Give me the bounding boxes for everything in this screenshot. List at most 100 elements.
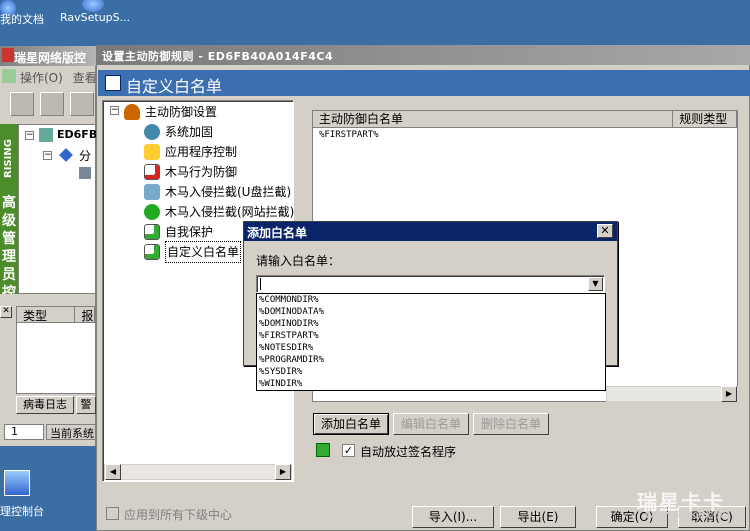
dropdown-option[interactable]: %COMMONDIR% [257, 294, 605, 306]
delete-whitelist-button[interactable]: 删除白名单 [473, 413, 549, 435]
panel-title: 自定义白名单 [98, 70, 750, 96]
rising-brand: RISING [3, 139, 14, 179]
add-whitelist-button[interactable]: 添加白名单 [313, 413, 389, 435]
web-shield-icon [144, 204, 160, 220]
dropdown-option[interactable]: %SYSDIR% [257, 366, 605, 378]
globe-shield-icon [144, 124, 160, 140]
sidebar-char: 高 [2, 195, 16, 211]
menu-item-view[interactable]: 查看 [73, 71, 96, 85]
folder-icon [144, 144, 160, 160]
tree-item-usb-intercept[interactable]: 木马入侵拦截(U盘拦截) [144, 182, 291, 202]
scroll-right-icon[interactable]: ▶ [275, 464, 291, 480]
client-icon [79, 167, 91, 179]
text-cursor [260, 278, 261, 290]
sidebar-char: 级 [2, 213, 16, 229]
auto-skip-label: 自动放过签名程序 [360, 445, 457, 459]
toolbar-edit-icon[interactable] [40, 92, 64, 116]
window-title: 设置主动防御规则 - ED6FB40A014F4C4 [96, 45, 750, 65]
dialog-title: 添加白名单 [244, 222, 617, 241]
usb-window-icon [144, 184, 160, 200]
toolbar-computer-icon[interactable] [10, 92, 34, 116]
background-list: 类型 报 [16, 306, 96, 394]
dropdown-option[interactable]: %WINDIR% [257, 378, 605, 390]
tree-item-label: 主动防御设置 [145, 105, 218, 119]
menu-icon [2, 69, 16, 83]
virus-log-tab[interactable]: 病毒日志 [16, 396, 74, 414]
import-button[interactable]: 导入(I)... [412, 506, 494, 528]
lock-icon [316, 443, 330, 457]
left-splitter: ✕ [0, 306, 16, 394]
tree-expander[interactable]: − [43, 151, 52, 160]
toolbar-delete-icon[interactable] [70, 92, 94, 116]
background-toolbar [0, 86, 96, 122]
sidebar-char: 管 [2, 231, 16, 247]
status-count: 1 [4, 424, 44, 440]
sidebar-char: 员 [2, 267, 16, 283]
desktop-label-setup[interactable]: RavSetupS... [60, 11, 130, 24]
edit-whitelist-button[interactable]: 编辑白名单 [393, 413, 469, 435]
rising-sidebar: RISING 高 级 管 理 员 控 制 [0, 124, 18, 294]
tree-item-label: 木马入侵拦截(网站拦截) [165, 205, 295, 219]
computer-icon [39, 128, 53, 142]
tree-item-label: 木马行为防御 [165, 165, 238, 179]
export-button[interactable]: 导出(E) [500, 506, 576, 528]
tree-child-label[interactable]: 分 [79, 147, 91, 164]
tree-item-web-intercept[interactable]: 木马入侵拦截(网站拦截) [144, 202, 294, 222]
tree-item-label: 系统加固 [165, 125, 214, 139]
group-icon [59, 148, 73, 162]
self-protect-icon [144, 224, 160, 240]
whitelist-icon [144, 244, 160, 260]
tree-item-app-control[interactable]: 应用程序控制 [144, 142, 237, 162]
background-tree: − ED6FB − 分 [18, 124, 97, 294]
list-column-whitelist[interactable]: 主动防御白名单 [313, 111, 674, 128]
close-icon[interactable]: ✕ [597, 224, 613, 238]
list-column-type[interactable]: 类型 [17, 307, 76, 323]
tree-item-trojan-behavior[interactable]: 木马行为防御 [144, 162, 237, 182]
dropdown-option[interactable]: %DOMINODIR% [257, 318, 605, 330]
block-icon [144, 164, 160, 180]
tree-item-system-hardening[interactable]: 系统加固 [144, 122, 213, 142]
tree-root-label[interactable]: ED6FB [57, 128, 97, 141]
tree-item-root[interactable]: 主动防御设置 [124, 102, 217, 122]
console-icon[interactable] [4, 470, 30, 496]
scroll-left-icon[interactable]: ◀ [105, 464, 121, 480]
dropdown-option[interactable]: %NOTESDIR% [257, 342, 605, 354]
tree-item-label: 自我保护 [165, 225, 214, 239]
alert-tab[interactable]: 警 [76, 396, 96, 414]
status-current-system: 当前系统 [46, 424, 96, 440]
tree-expander[interactable]: − [110, 106, 119, 115]
tree-item-label: 应用程序控制 [165, 145, 238, 159]
apply-all-label: 应用到所有下级中心 [124, 508, 233, 522]
watermark-url: www.ikaka.com [645, 508, 731, 521]
menu-item-operate[interactable]: 操作(O) [20, 71, 63, 85]
tree-item-self-protect[interactable]: 自我保护 [144, 222, 213, 242]
list-column-report[interactable]: 报 [75, 307, 95, 323]
chevron-down-icon[interactable]: ▼ [588, 277, 603, 291]
tree-item-custom-whitelist[interactable]: 自定义白名单 [144, 241, 242, 263]
tree-item-label: 自定义白名单 [165, 241, 242, 263]
shield-icon [124, 104, 140, 120]
close-icon[interactable]: ✕ [0, 306, 12, 318]
tree-expander[interactable]: − [25, 131, 34, 140]
tree-item-label: 木马入侵拦截(U盘拦截) [165, 185, 292, 199]
apply-all-checkbox[interactable] [106, 507, 119, 520]
tree-horizontal-scrollbar[interactable]: ◀ ▶ [104, 464, 292, 480]
dropdown-option[interactable]: %DOMINODATA% [257, 306, 605, 318]
dropdown-option[interactable]: %PROGRAMDIR% [257, 354, 605, 366]
scroll-right-icon[interactable]: ▶ [721, 386, 737, 402]
list-item[interactable]: %FIRSTPART% [313, 128, 737, 140]
list-column-rule-type[interactable]: 规则类型 [673, 111, 737, 128]
auto-skip-checkbox[interactable]: ✓ [342, 444, 355, 457]
sidebar-char: 控 [2, 285, 16, 294]
whitelist-panel-icon [105, 75, 121, 91]
whitelist-combo-input[interactable] [256, 275, 605, 293]
sidebar-char: 理 [2, 249, 16, 265]
background-app-title: 瑞星网络版控 [0, 46, 96, 66]
list-horizontal-scrollbar[interactable]: ▶ [606, 386, 738, 402]
taskbar-console-label[interactable]: 理控制台 [0, 503, 44, 519]
app-logo-icon [2, 48, 14, 62]
whitelist-dropdown-list: %COMMONDIR% %DOMINODATA% %DOMINODIR% %FI… [256, 293, 606, 391]
dialog-prompt: 请输入白名单： [256, 254, 341, 268]
desktop-label-documents[interactable]: 我的文档 [0, 11, 44, 27]
dropdown-option[interactable]: %FIRSTPART% [257, 330, 605, 342]
